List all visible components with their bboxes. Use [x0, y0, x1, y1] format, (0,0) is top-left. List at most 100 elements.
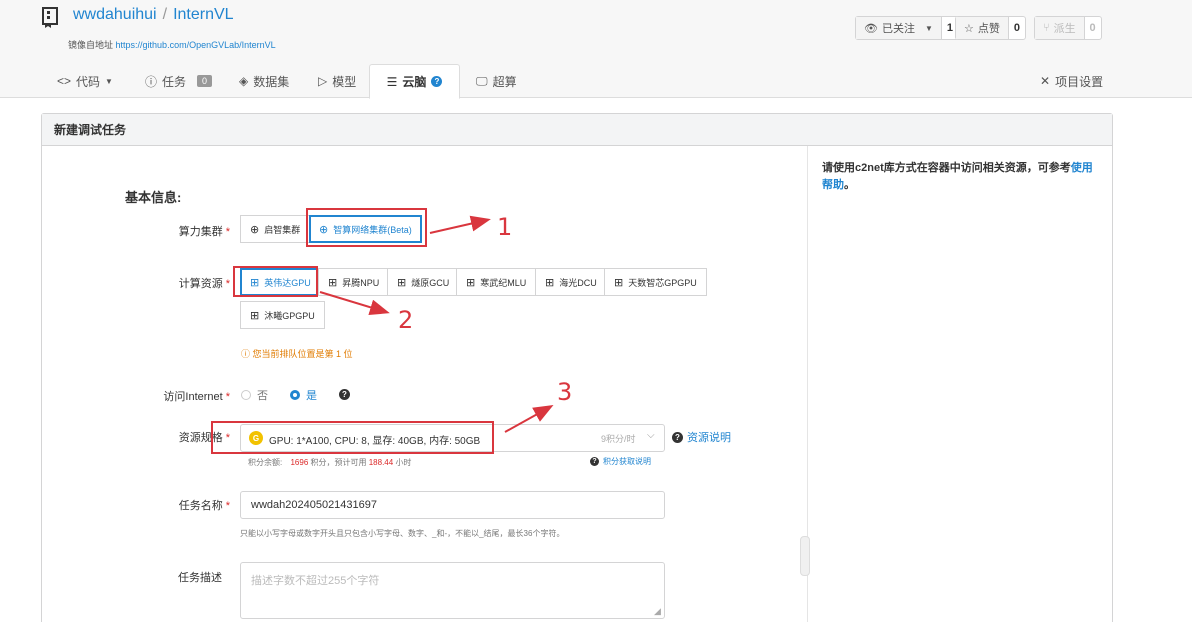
- annotation-number-3: 3: [557, 378, 573, 406]
- spec-help-link[interactable]: 资源说明: [687, 429, 731, 445]
- radio-button[interactable]: [290, 390, 300, 400]
- tab-supercomputing-label: 超算: [492, 74, 517, 89]
- code-icon: <>: [57, 74, 72, 88]
- tab-datasets[interactable]: ◈ 数据集: [239, 64, 289, 98]
- fork-count[interactable]: 0: [1085, 17, 1101, 39]
- panel-title: 新建调试任务: [42, 114, 1112, 146]
- watch-button[interactable]: 👁 已关注 ▼: [856, 17, 942, 39]
- queue-notice: ⓘ 您当前排队位置是第 1 位: [241, 347, 353, 360]
- star-button[interactable]: ☆ 点赞: [956, 17, 1009, 39]
- task-name-hint: 只能以小写字母或数字开头且只包含小写字母、数字、_和-，不能以_结尾，最长36个…: [240, 529, 565, 538]
- star-count[interactable]: 0: [1009, 17, 1025, 39]
- fork-group: ⑂ 派生 0: [1034, 16, 1102, 40]
- tab-settings[interactable]: ✕ 项目设置: [1040, 64, 1103, 98]
- chevron-down-icon: ⌵: [647, 430, 655, 441]
- queue-notice-text: 您当前排队位置是第 1 位: [252, 349, 353, 359]
- earn-points-help[interactable]: ? 积分获取说明: [590, 456, 651, 467]
- tab-code-label: 代码: [76, 74, 101, 89]
- chip-icon: ⊞: [328, 276, 338, 289]
- radio-button[interactable]: [241, 390, 251, 400]
- tab-supercomputing[interactable]: 🖵 超算: [476, 64, 517, 98]
- fork-label: 派生: [1053, 23, 1076, 35]
- tab-issues-label: 任务: [162, 74, 187, 89]
- annotation-box-3: [211, 421, 494, 454]
- earn-points-link[interactable]: 积分获取说明: [603, 456, 651, 467]
- info-circle-icon: ⓘ: [145, 74, 158, 89]
- compute-option-label: 天数智芯GPGPU: [628, 277, 697, 288]
- task-desc-placeholder: 描述字数不超过255个字符: [251, 575, 380, 587]
- eye-icon: 👁: [864, 22, 878, 35]
- question-icon: ?: [672, 431, 683, 443]
- star-group: ☆ 点赞 0: [955, 16, 1026, 40]
- repo-book-icon: [42, 7, 58, 28]
- resize-handle-icon[interactable]: ◢: [654, 606, 661, 617]
- caret-down-icon: ▼: [105, 76, 113, 86]
- compute-option-iluvatar-gpgpu[interactable]: ⊞ 天数智芯GPGPU: [604, 268, 707, 296]
- play-icon: ▷: [318, 74, 328, 88]
- collapse-handle[interactable]: [800, 536, 810, 576]
- hours-unit: 小时: [395, 458, 412, 467]
- server-icon: ☰: [386, 74, 398, 89]
- tools-icon: ✕: [1040, 74, 1051, 88]
- tab-code[interactable]: <> 代码 ▼: [57, 64, 113, 98]
- cluster-option-label: 启智集群: [264, 224, 301, 235]
- repo-link[interactable]: InternVL: [173, 6, 233, 23]
- mirror-url-link[interactable]: https://github.com/OpenGVLab/InternVL: [116, 40, 276, 50]
- compute-option-label: 沐曦GPGPU: [264, 310, 315, 321]
- watch-label: 已关注: [881, 23, 915, 35]
- task-desc-label: 任务描述: [178, 572, 222, 584]
- internet-option-yes[interactable]: 是: [290, 387, 317, 403]
- watch-group: 👁 已关注 ▼ 1: [855, 16, 959, 40]
- annotation-box-2: [233, 266, 318, 297]
- side-help-text: 请使用c2net库方式在容器中访问相关资源，可参考: [822, 162, 1071, 174]
- mirror-label: 镜像自地址: [68, 40, 114, 50]
- new-debug-task-panel: 新建调试任务 请使用c2net库方式在容器中访问相关资源，可参考使用帮助。: [41, 113, 1113, 622]
- compute-option-metax-gpgpu[interactable]: ⊞ 沐曦GPGPU: [240, 301, 325, 329]
- chip-icon: ⊞: [545, 276, 555, 289]
- star-label: 点赞: [977, 23, 1000, 35]
- section-title: 基本信息:: [125, 190, 182, 205]
- owner-link[interactable]: wwdahuihui: [73, 6, 157, 23]
- tab-settings-label: 项目设置: [1055, 74, 1104, 89]
- repo-title: wwdahuihui / InternVL: [73, 6, 234, 24]
- compute-label: 计算资源 *: [178, 278, 230, 290]
- compute-option-enflame-gcu[interactable]: ⊞ 燧原GCU: [387, 268, 460, 296]
- compute-option-hygon-dcu[interactable]: ⊞ 海光DCU: [535, 268, 607, 296]
- tab-issues[interactable]: ⓘ 任务 0: [145, 64, 213, 98]
- annotation-number-2: 2: [398, 306, 414, 334]
- caret-down-icon: ▼: [924, 23, 933, 33]
- issues-count-badge: 0: [197, 75, 213, 87]
- task-name-label: 任务名称 *: [178, 500, 230, 512]
- compute-option-label: 海光DCU: [559, 277, 597, 288]
- chip-icon: ⊞: [614, 276, 624, 289]
- help-icon[interactable]: ?: [431, 76, 443, 87]
- hours-value: 188.44: [368, 458, 394, 467]
- warning-circle-icon: ⓘ: [241, 349, 251, 359]
- tab-cloudbrain[interactable]: ☰ 云脑 ?: [369, 64, 460, 99]
- tab-models-label: 模型: [332, 74, 357, 89]
- repo-tabs: <> 代码 ▼ ⓘ 任务 0 ◈ 数据集 ▷ 模型 ☰ 云脑 ? 🖵 超算 ✕ …: [0, 64, 1192, 99]
- side-help: 请使用c2net库方式在容器中访问相关资源，可参考使用帮助。: [807, 146, 1113, 622]
- monitor-icon: 🖵: [476, 73, 488, 88]
- internet-option-label: 是: [306, 390, 317, 402]
- title-separator: /: [162, 6, 168, 23]
- fork-button[interactable]: ⑂ 派生: [1035, 17, 1085, 39]
- tab-models[interactable]: ▷ 模型: [318, 64, 356, 98]
- annotation-number-1: 1: [497, 213, 513, 241]
- spec-help[interactable]: ? 资源说明: [672, 429, 731, 445]
- internet-help-icon[interactable]: ?: [339, 389, 350, 400]
- tab-datasets-label: 数据集: [253, 74, 290, 89]
- task-desc-textarea[interactable]: 描述字数不超过255个字符 ◢: [240, 562, 665, 619]
- compute-option-cambricon-mlu[interactable]: ⊞ 寒武纪MLU: [456, 268, 537, 296]
- question-icon: ?: [590, 457, 599, 466]
- star-icon: ☆: [964, 22, 974, 35]
- layers-icon: ◈: [239, 74, 249, 88]
- cluster-option-openi[interactable]: ⊕ 启智集群: [240, 215, 311, 243]
- compute-option-ascend-npu[interactable]: ⊞ 昇腾NPU: [318, 268, 390, 296]
- annotation-box-1: [306, 208, 427, 247]
- internet-label: 访问Internet *: [163, 391, 230, 403]
- globe-icon: ⊕: [250, 223, 260, 236]
- internet-option-no[interactable]: 否: [241, 387, 268, 403]
- chip-icon: ⊞: [397, 276, 407, 289]
- task-name-input[interactable]: wwdah202405021431697: [240, 491, 665, 519]
